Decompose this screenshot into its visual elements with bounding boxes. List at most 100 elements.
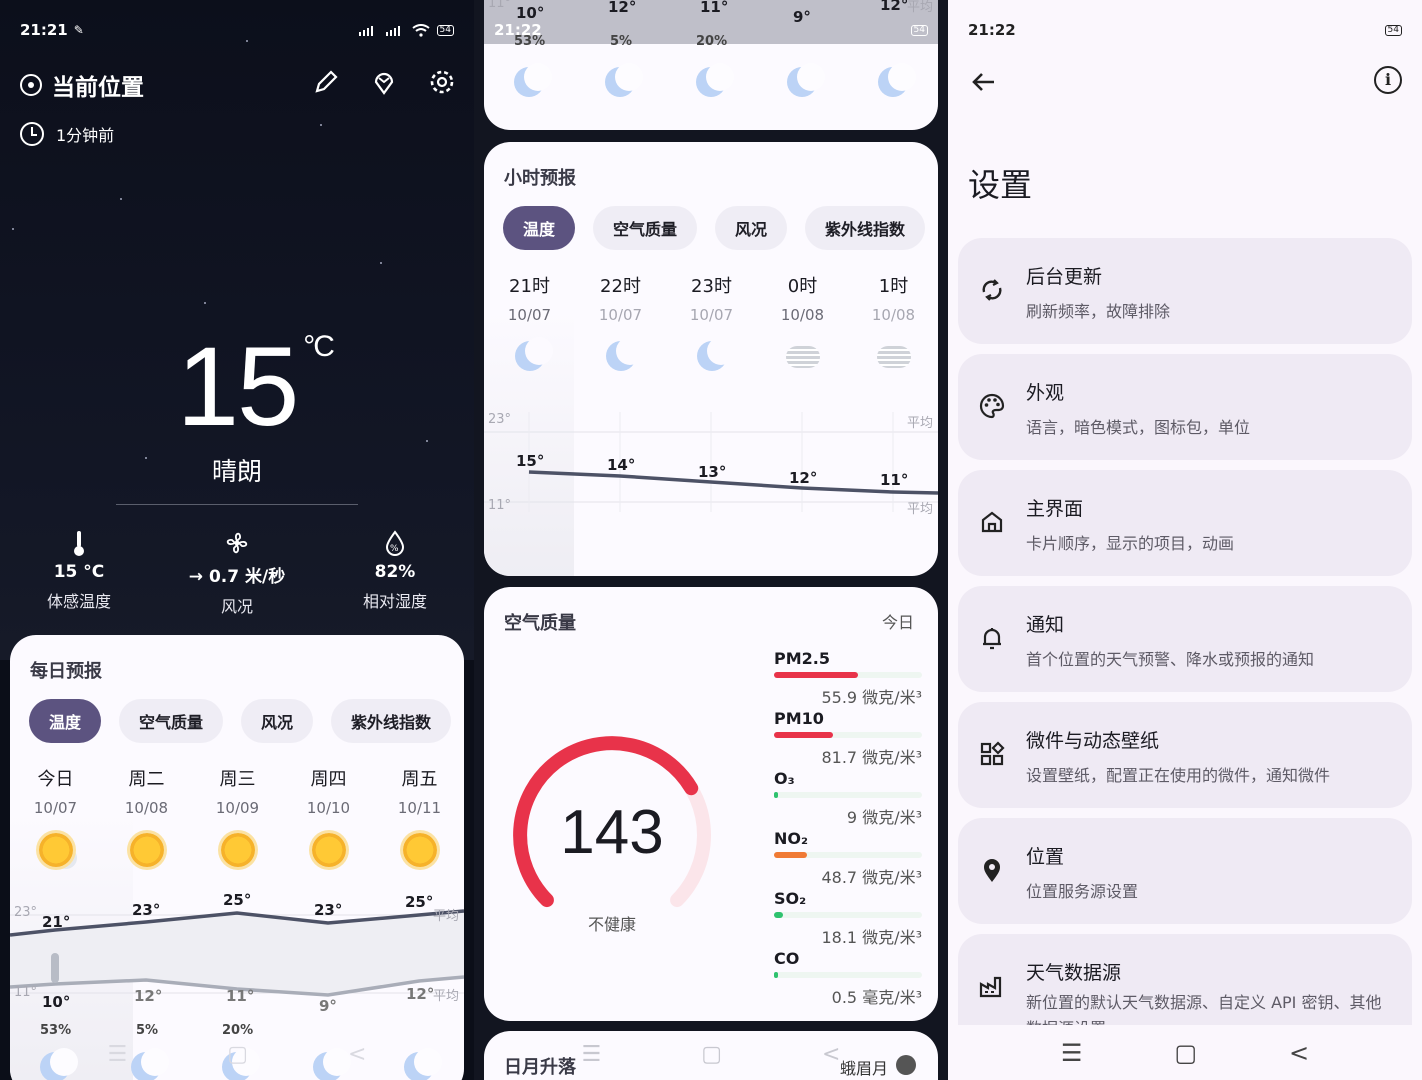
back-nav-icon[interactable]: < <box>1289 1039 1309 1067</box>
temperature-value: 15 <box>176 324 300 449</box>
hourly-column[interactable]: 23时 10/07 <box>666 272 757 374</box>
axis-high-label: 23° <box>488 412 512 427</box>
home-nav-icon[interactable]: ▢ <box>1174 1039 1197 1067</box>
humidity-label: 相对湿度 <box>362 592 427 611</box>
hour-temp-label: 11° <box>880 471 909 489</box>
pollutant-bar-fill <box>774 672 859 678</box>
settings-item-notifications[interactable]: 通知 首个位置的天气预警、降水或预报的通知 <box>958 586 1412 692</box>
moon-icon <box>603 63 643 100</box>
hour-label: 21时 <box>509 276 550 297</box>
daily-column[interactable]: 周三 10/09 <box>192 765 283 867</box>
daily-column[interactable]: 今日 10/07 <box>10 765 101 867</box>
settings-item-title: 主界面 <box>1026 498 1084 520</box>
hourly-column[interactable]: 1时 10/08 <box>848 272 938 374</box>
wind-stat: → 0.7 米/秒 风况 <box>158 528 316 617</box>
day-label: 今日 <box>37 769 74 790</box>
back-nav-icon[interactable]: < <box>822 1042 840 1067</box>
average-label: 平均 <box>907 502 934 517</box>
hourly-column[interactable]: 22时 10/07 <box>575 272 666 374</box>
settings-item-appearance[interactable]: 外观 语言，暗色模式，图标包，单位 <box>958 354 1412 460</box>
pollutant-bar-track <box>774 912 922 918</box>
day-label: 周五 <box>401 769 438 790</box>
navigation-bar: ☰ ▢ < <box>0 1034 474 1074</box>
air-quality-title: 空气质量 <box>504 613 576 634</box>
settings-item-location[interactable]: 位置 位置服务源设置 <box>958 818 1412 924</box>
star <box>120 198 122 200</box>
wifi-icon <box>411 23 430 37</box>
low-temp-label: 9° <box>319 997 337 1015</box>
sunny-icon <box>311 833 346 867</box>
pollutant-item: NO₂ 48.7 微克/米³ <box>774 829 922 888</box>
back-nav-icon[interactable]: < <box>348 1042 366 1067</box>
home-nav-icon[interactable]: ▢ <box>227 1042 248 1067</box>
star <box>380 262 382 264</box>
moon-icon <box>876 63 916 100</box>
status-bar: 21:22 54 <box>948 14 1422 46</box>
tab-wind[interactable]: 风况 <box>241 699 314 743</box>
home-nav-icon[interactable]: ▢ <box>701 1042 722 1067</box>
tab-air-quality[interactable]: 空气质量 <box>593 206 698 250</box>
updated-label: 1分钟前 <box>56 126 115 145</box>
settings-item-subtitle: 首个位置的天气预警、降水或预报的通知 <box>1026 650 1315 669</box>
moon-icon <box>785 63 825 100</box>
date-label: 10/09 <box>215 799 260 817</box>
hour-label: 22时 <box>600 276 641 297</box>
tab-temperature[interactable]: 温度 <box>29 699 102 743</box>
settings-title: 设置 <box>968 166 1033 204</box>
menu-nav-icon[interactable]: ☰ <box>582 1042 602 1067</box>
moon-icon <box>695 337 735 374</box>
moon-icon <box>694 63 734 100</box>
weather-main-screen: 21:21 ✎ 54 当前位置 1分钟前 15 °C 晴朗 15 °C 体感温度 … <box>0 0 474 1080</box>
feels-like-stat: 15 °C 体感温度 <box>0 528 158 617</box>
svg-text:%: % <box>390 544 399 554</box>
manage-locations-icon[interactable] <box>370 68 398 96</box>
status-time: 21:22 <box>494 21 542 39</box>
navigation-bar: ☰ ▢ < <box>474 1034 948 1074</box>
settings-item-background-updates[interactable]: 后台更新 刷新频率，故障排除 <box>958 238 1412 344</box>
location-header[interactable]: 当前位置 <box>20 68 144 102</box>
edit-pencil-icon[interactable] <box>312 68 340 96</box>
star <box>12 228 14 230</box>
tab-temperature[interactable]: 温度 <box>503 206 576 250</box>
daily-column[interactable]: 周二 10/08 <box>101 765 192 867</box>
pollutant-value: 55.9 微克/米³ <box>821 688 922 707</box>
low-temp-label: 12° <box>406 985 435 1003</box>
hourly-temperature-chart <box>484 412 938 512</box>
tab-air-quality[interactable]: 空气质量 <box>119 699 224 743</box>
pollutant-name: CO <box>774 949 800 968</box>
temperature-unit: °C <box>303 330 335 363</box>
pollutant-bar-fill <box>774 792 779 798</box>
settings-item-main-screen[interactable]: 主界面 卡片顺序，显示的项目，动画 <box>958 470 1412 576</box>
high-temp-label: 25° <box>223 891 252 909</box>
settings-gear-icon[interactable] <box>428 68 456 96</box>
daily-column[interactable]: 周四 10/10 <box>283 765 374 867</box>
settings-item-title: 外观 <box>1026 382 1065 404</box>
high-temp-label: 25° <box>405 893 434 911</box>
humidity-value: 82% <box>374 562 416 582</box>
pollutant-bar-fill <box>774 732 834 738</box>
axis-high-label: 23° <box>14 905 38 920</box>
menu-nav-icon[interactable]: ☰ <box>1061 1039 1083 1067</box>
navigation-bar: ☰ ▢ < <box>948 1025 1422 1080</box>
current-temperature: 15 °C <box>0 322 474 451</box>
air-quality-card: 空气质量 今日 143 不健康 PM2.5 55.9 微克/米³ PM10 81.7 … <box>484 587 938 1021</box>
star <box>204 302 206 304</box>
weather-condition: 晴朗 <box>211 457 262 486</box>
hourly-column[interactable]: 0时 10/08 <box>757 272 848 374</box>
info-icon[interactable]: i <box>1374 66 1402 94</box>
hourly-column[interactable]: 21时 10/07 <box>484 272 575 374</box>
settings-item-widgets[interactable]: 微件与动态壁纸 设置壁纸，配置正在使用的微件，通知微件 <box>958 702 1412 808</box>
wind-label: 风况 <box>220 597 253 616</box>
air-quality-period: 今日 <box>881 613 914 632</box>
battery-icon: 54 <box>1384 24 1402 36</box>
mute-icon: ✎ <box>73 23 84 37</box>
humidity-drop-icon: % <box>385 530 405 556</box>
tab-uv-index[interactable]: 紫外线指数 <box>805 206 926 250</box>
tab-uv-index[interactable]: 紫外线指数 <box>331 699 452 743</box>
pollutant-bar-track <box>774 732 922 738</box>
menu-nav-icon[interactable]: ☰ <box>108 1042 128 1067</box>
fan-icon <box>226 532 248 554</box>
tab-wind[interactable]: 风况 <box>715 206 788 250</box>
daily-column[interactable]: 周五 10/11 <box>374 765 464 867</box>
back-arrow-icon[interactable] <box>968 66 1000 98</box>
